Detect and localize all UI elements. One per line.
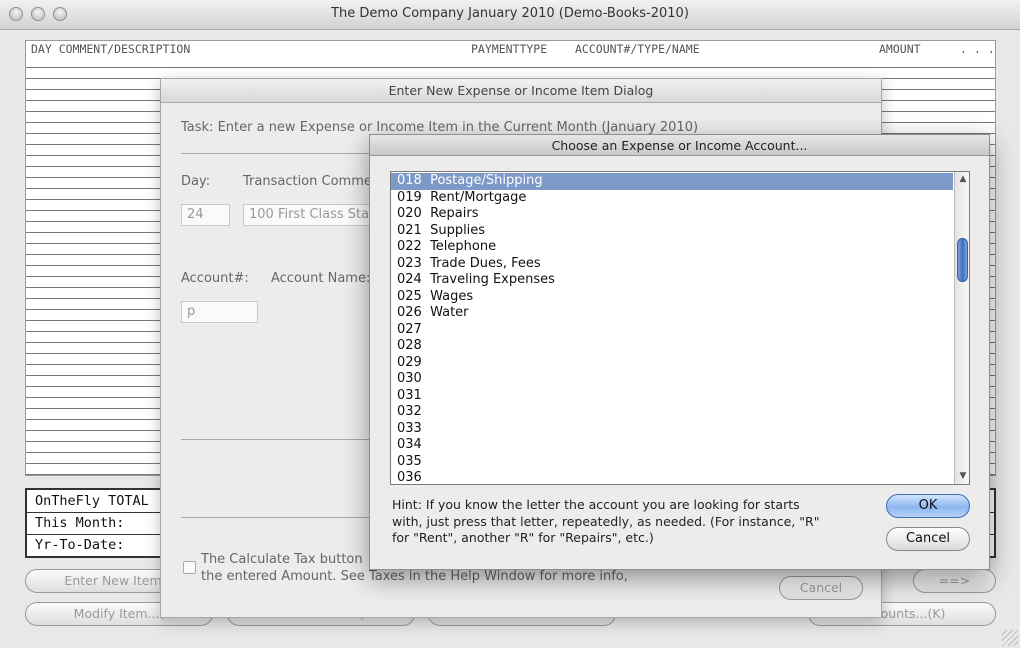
account-option[interactable]: 028 xyxy=(391,338,953,355)
main-titlebar: The Demo Company January 2010 (Demo-Book… xyxy=(0,0,1020,30)
account-option[interactable]: 033 xyxy=(391,421,953,438)
dialog-titlebar: Enter New Expense or Income Item Dialog xyxy=(161,79,881,103)
account-option[interactable]: 019 Rent/Mortgage xyxy=(391,190,953,207)
calculate-tax-text: The Calculate Tax button xyxy=(201,552,363,567)
window-title: The Demo Company January 2010 (Demo-Book… xyxy=(331,6,689,21)
day-input[interactable]: 24 xyxy=(181,204,230,226)
account-option[interactable]: 018 Postage/Shipping xyxy=(391,173,953,190)
account-number-input[interactable]: p xyxy=(181,301,258,323)
resize-grip-icon[interactable] xyxy=(1002,630,1018,646)
column-header-amount: AMOUNT xyxy=(879,42,921,56)
account-option[interactable]: 036 xyxy=(391,470,953,484)
account-option[interactable]: 023 Trade Dues, Fees xyxy=(391,256,953,273)
account-option[interactable]: 029 xyxy=(391,355,953,372)
account-option[interactable]: 030 xyxy=(391,371,953,388)
hint-line: Hint: If you know the letter the account… xyxy=(392,497,800,512)
dialog-cancel-button[interactable]: Cancel xyxy=(779,576,863,600)
account-name-label: Account Name: xyxy=(271,271,371,286)
onthefly-total-label: OnTheFly TOTAL xyxy=(35,493,149,509)
chooser-titlebar: Choose an Expense or Income Account... xyxy=(370,135,989,156)
next-page-button[interactable]: ==> xyxy=(913,569,996,593)
separator xyxy=(181,517,371,518)
account-option[interactable]: 032 xyxy=(391,404,953,421)
account-option[interactable]: 027 xyxy=(391,322,953,339)
account-option[interactable]: 020 Repairs xyxy=(391,206,953,223)
scroll-thumb[interactable] xyxy=(957,238,968,282)
scroll-up-arrow-icon[interactable]: ▲ xyxy=(955,172,969,186)
transaction-comment-input[interactable]: 100 First Class Star xyxy=(243,204,371,226)
day-label: Day: xyxy=(181,174,211,189)
account-option[interactable]: 021 Supplies xyxy=(391,223,953,240)
year-to-date-label: Yr-To-Date: xyxy=(35,537,125,553)
account-option[interactable]: 026 Water xyxy=(391,305,953,322)
account-number-label: Account#: xyxy=(181,271,249,286)
calculate-tax-text-continued: the entered Amount. See Taxes in the Hel… xyxy=(201,569,628,584)
this-month-label: This Month: xyxy=(35,515,125,531)
task-description: Task: Enter a new Expense or Income Item… xyxy=(181,120,699,135)
account-option[interactable]: 034 xyxy=(391,437,953,454)
column-header-day-comment: DAY COMMENT/DESCRIPTION xyxy=(31,42,191,56)
chooser-title: Choose an Expense or Income Account... xyxy=(551,138,808,153)
hint-text: Hint: If you know the letter the account… xyxy=(392,497,832,547)
cancel-button[interactable]: Cancel xyxy=(886,527,970,551)
column-header-more: . . . xyxy=(960,42,995,56)
account-list-scrollbar[interactable]: ▲ ▼ xyxy=(954,172,969,484)
dialog-title: Enter New Expense or Income Item Dialog xyxy=(388,83,654,98)
account-option[interactable]: 022 Telephone xyxy=(391,239,953,256)
ok-button[interactable]: OK xyxy=(886,494,970,518)
account-chooser-dialog: Choose an Expense or Income Account... 0… xyxy=(369,134,990,570)
account-option[interactable]: 025 Wages xyxy=(391,289,953,306)
transaction-comment-label: Transaction Comme xyxy=(243,174,372,189)
account-option[interactable]: 035 xyxy=(391,454,953,471)
account-option[interactable]: 031 xyxy=(391,388,953,405)
separator xyxy=(181,153,371,154)
separator xyxy=(181,439,371,440)
column-header-account: ACCOUNT#/TYPE/NAME xyxy=(575,42,700,56)
account-option[interactable]: 024 Traveling Expenses xyxy=(391,272,953,289)
calculate-tax-checkbox[interactable] xyxy=(183,561,196,574)
hint-line: for "Rent", another "R" for "Repairs", e… xyxy=(392,530,654,545)
column-header-payment-type: PAYMENTTYPE xyxy=(471,42,548,56)
account-list[interactable]: 018 Postage/Shipping 019 Rent/Mortgage 020… xyxy=(390,171,970,485)
scroll-down-arrow-icon[interactable]: ▼ xyxy=(955,469,969,483)
hint-line: with, just press that letter, repeatedly… xyxy=(392,513,820,529)
